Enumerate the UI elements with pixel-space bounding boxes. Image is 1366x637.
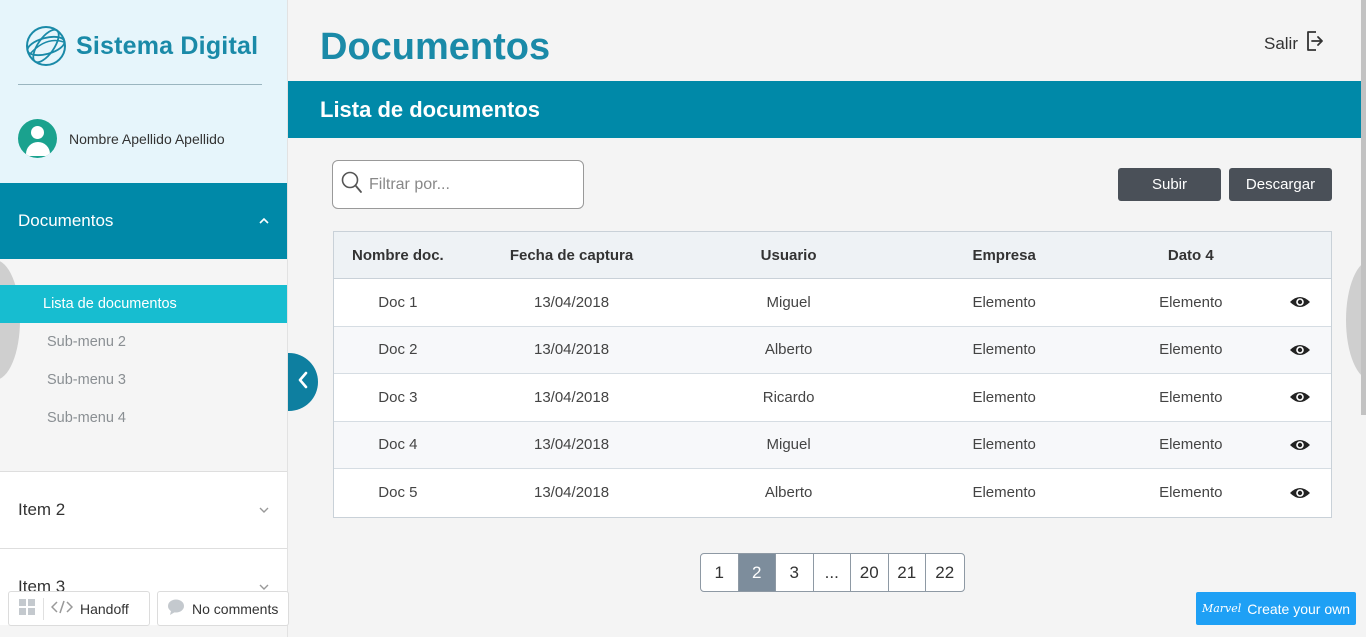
comment-icon xyxy=(167,599,185,618)
column-header-nombre-doc[interactable]: Nombre doc. xyxy=(334,247,462,264)
table-row[interactable]: Doc 4 13/04/2018 Miguel Elemento Elemento xyxy=(334,421,1331,469)
cell-usuario: Alberto xyxy=(764,341,813,359)
page-20[interactable]: 20 xyxy=(851,554,889,591)
app-logo[interactable]: Sistema Digital xyxy=(24,24,258,68)
section-title: Lista de documentos xyxy=(320,96,541,122)
logout-button[interactable]: Salir xyxy=(1264,30,1324,57)
table-row[interactable]: Doc 5 13/04/2018 Alberto Elemento Elemento xyxy=(334,469,1331,517)
page-title: Documentos xyxy=(320,26,551,68)
eye-icon[interactable] xyxy=(1269,390,1331,404)
sidebar-item-label: Documentos xyxy=(18,211,114,230)
page-2[interactable]: 2 xyxy=(738,554,776,591)
page-22[interactable]: 22 xyxy=(926,554,964,591)
cell-nombre-doc: Doc 3 xyxy=(378,388,418,406)
brand-panel: Sistema Digital Nombre Apellido Apellido xyxy=(0,0,287,183)
cell-nombre-doc: Doc 4 xyxy=(378,436,418,454)
filter-input[interactable] xyxy=(369,175,569,194)
create-your-own-button[interactable]: Marvel Create your own xyxy=(1196,592,1356,625)
column-header-empresa[interactable]: Empresa xyxy=(896,247,1113,264)
column-header-fecha-de-captura[interactable]: Fecha de captura xyxy=(462,247,682,264)
scrollbar[interactable] xyxy=(1361,0,1366,415)
column-header-usuario[interactable]: Usuario xyxy=(681,247,896,264)
cell-usuario: Ricardo xyxy=(762,388,815,406)
cell-usuario: Miguel xyxy=(766,436,811,454)
cell-dato-4: Elemento xyxy=(1159,484,1223,502)
code-icon xyxy=(50,600,74,617)
comments-button[interactable]: No comments xyxy=(157,591,289,626)
cell-fecha: 13/04/2018 xyxy=(533,436,610,454)
handoff-button[interactable]: Handoff xyxy=(8,591,150,626)
submenu-item-sub-menu-4[interactable]: Sub-menu 4 xyxy=(0,399,287,437)
download-button[interactable]: Descargar xyxy=(1229,168,1332,201)
user-profile[interactable]: Nombre Apellido Apellido xyxy=(18,119,225,158)
logout-label: Salir xyxy=(1263,33,1298,53)
create-label: Create your own xyxy=(1247,600,1351,617)
table-row[interactable]: Doc 2 13/04/2018 Alberto Elemento Elemento xyxy=(334,326,1331,374)
submenu-item-sub-menu-2[interactable]: Sub-menu 2 xyxy=(0,323,287,361)
page-1[interactable]: 1 xyxy=(701,554,739,591)
submenu: Lista de documentos Sub-menu 2 Sub-menu … xyxy=(0,285,287,437)
pagination: 1 2 3... 20 21 22 xyxy=(700,553,965,592)
chevron-left-icon xyxy=(297,371,309,394)
grid-icon xyxy=(18,598,36,619)
page-ellipsis: ... xyxy=(814,554,851,591)
marvel-logo: Marvel xyxy=(1201,602,1242,615)
globe-icon xyxy=(24,24,68,68)
eye-icon[interactable] xyxy=(1269,486,1331,500)
cell-dato-4: Elemento xyxy=(1159,293,1223,311)
cell-fecha: 13/04/2018 xyxy=(533,484,610,502)
eye-icon[interactable] xyxy=(1269,343,1331,357)
cell-empresa: Elemento xyxy=(972,293,1036,311)
user-name: Nombre Apellido Apellido xyxy=(69,130,225,147)
sidebar-item-label: Item 2 xyxy=(18,500,66,519)
column-header-dato-4[interactable]: Dato 4 xyxy=(1112,247,1269,264)
upload-button[interactable]: Subir xyxy=(1118,168,1221,201)
chevron-down-icon xyxy=(258,503,270,517)
search-icon xyxy=(341,170,363,199)
submenu-item-lista-de-documentos[interactable]: Lista de documentos xyxy=(0,285,287,323)
collapse-sidebar-button[interactable] xyxy=(288,353,318,411)
sidebar-item-documentos[interactable]: Documentos xyxy=(0,183,287,259)
filter-box xyxy=(332,160,584,209)
cell-fecha: 13/04/2018 xyxy=(533,341,610,359)
table-row[interactable]: Doc 3 13/04/2018 Ricardo Elemento Elemento xyxy=(334,374,1331,422)
cell-nombre-doc: Doc 1 xyxy=(378,293,418,311)
sidebar-item-item-2[interactable]: Item 2 xyxy=(0,471,287,548)
page-3[interactable]: 3 xyxy=(776,554,814,591)
table-body: Doc 1 13/04/2018 Miguel Elemento Elemento Doc… xyxy=(334,279,1331,517)
app-name: Sistema Digital xyxy=(76,31,259,60)
toolbar-divider xyxy=(43,597,44,620)
cell-fecha: 13/04/2018 xyxy=(533,388,610,406)
documents-table: Nombre doc. Fecha de captura Usuario Emp… xyxy=(333,231,1332,518)
cell-dato-4: Elemento xyxy=(1159,436,1223,454)
cell-empresa: Elemento xyxy=(972,388,1036,406)
eye-icon[interactable] xyxy=(1269,295,1331,309)
cell-fecha: 13/04/2018 xyxy=(533,293,610,311)
table-row[interactable]: Doc 1 13/04/2018 Miguel Elemento Elemento xyxy=(334,279,1331,327)
cell-empresa: Elemento xyxy=(972,436,1036,454)
eye-icon[interactable] xyxy=(1269,438,1331,452)
cell-usuario: Miguel xyxy=(766,293,811,311)
handoff-label: Handoff xyxy=(80,600,129,617)
comments-label: No comments xyxy=(192,600,279,617)
cell-nombre-doc: Doc 5 xyxy=(378,484,418,502)
avatar-icon xyxy=(18,119,57,158)
logout-icon xyxy=(1306,30,1324,57)
cell-usuario: Alberto xyxy=(764,484,813,502)
cell-dato-4: Elemento xyxy=(1159,341,1223,359)
cell-dato-4: Elemento xyxy=(1159,388,1223,406)
submenu-item-sub-menu-3[interactable]: Sub-menu 3 xyxy=(0,361,287,399)
table-header: Nombre doc. Fecha de captura Usuario Emp… xyxy=(334,232,1331,279)
cell-empresa: Elemento xyxy=(972,484,1036,502)
cell-nombre-doc: Doc 2 xyxy=(378,341,418,359)
chevron-up-icon xyxy=(258,214,270,228)
cell-empresa: Elemento xyxy=(972,341,1036,359)
sidebar: Sistema Digital Nombre Apellido Apellido… xyxy=(0,0,288,637)
brand-divider xyxy=(18,84,262,85)
page-21[interactable]: 21 xyxy=(889,554,926,591)
section-band: Lista de documentos xyxy=(288,81,1366,138)
